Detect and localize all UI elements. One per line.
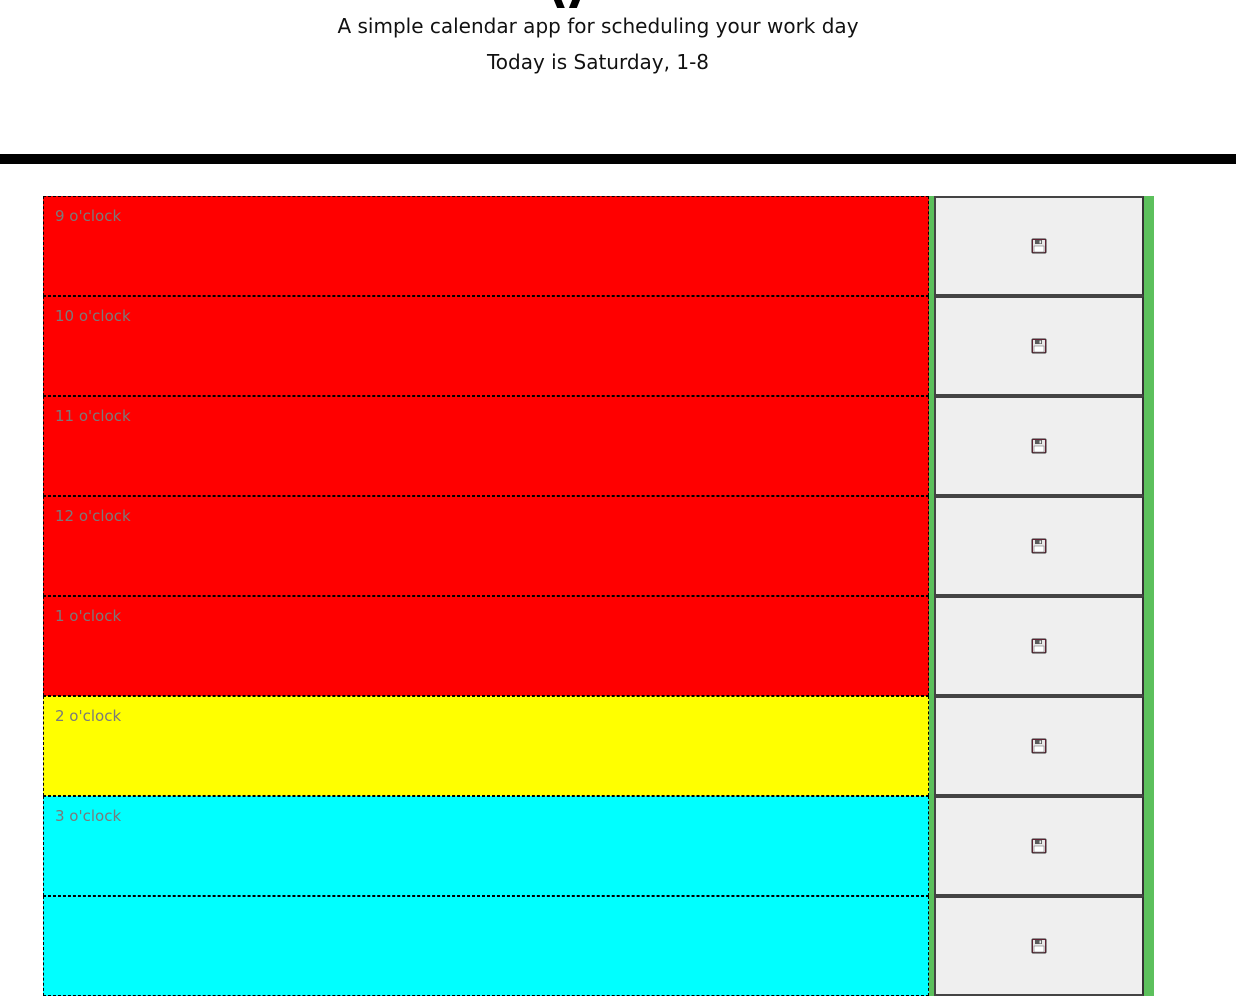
time-block-textarea[interactable]: 3 o'clock [43,796,929,896]
time-block-row: 11 o'clock [43,396,1154,496]
save-button[interactable] [934,896,1144,996]
time-block-label: 11 o'clock [55,407,131,425]
floppy-disk-icon [1031,238,1047,254]
row-accent-right [1144,496,1154,596]
time-block-textarea[interactable]: 1 o'clock [43,596,929,696]
time-block-row: 10 o'clock [43,296,1154,396]
save-button[interactable] [934,596,1144,696]
header-divider [0,154,1236,164]
time-block-label: 1 o'clock [55,607,122,625]
time-block-textarea[interactable] [43,896,929,996]
time-block-label: 12 o'clock [55,507,131,525]
save-button[interactable] [934,196,1144,296]
time-block-row: 1 o'clock [43,596,1154,696]
row-accent-right [1144,296,1154,396]
save-button[interactable] [934,796,1144,896]
time-block-textarea[interactable]: 2 o'clock [43,696,929,796]
time-block-row: 9 o'clock [43,196,1154,296]
floppy-disk-icon [1031,538,1047,554]
time-block-row [43,896,1154,996]
row-accent-right [1144,696,1154,796]
time-block-textarea[interactable]: 9 o'clock [43,196,929,296]
time-block-row: 2 o'clock [43,696,1154,796]
schedule: 9 o'clock 10 o'clock 11 o'clock 12 o'clo… [43,196,1154,996]
save-button[interactable] [934,496,1144,596]
save-button[interactable] [934,296,1144,396]
time-block-textarea[interactable]: 11 o'clock [43,396,929,496]
time-block-row: 3 o'clock [43,796,1154,896]
floppy-disk-icon [1031,738,1047,754]
row-accent-right [1144,896,1154,996]
row-accent-right [1144,796,1154,896]
current-day: Today is Saturday, 1-8 [486,50,710,74]
row-accent-right [1144,396,1154,496]
page-header: y A simple calendar app for scheduling y… [0,0,1236,164]
page-subtitle: A simple calendar app for scheduling you… [337,14,859,38]
floppy-disk-icon [1031,438,1047,454]
save-button[interactable] [934,696,1144,796]
save-button[interactable] [934,396,1144,496]
floppy-disk-icon [1031,938,1047,954]
time-block-label: 9 o'clock [55,207,122,225]
floppy-disk-icon [1031,338,1047,354]
floppy-disk-icon [1031,838,1047,854]
time-block-row: 12 o'clock [43,496,1154,596]
time-block-label: 3 o'clock [55,807,122,825]
row-accent-right [1144,596,1154,696]
time-block-textarea[interactable]: 10 o'clock [43,296,929,396]
row-accent-right [1144,196,1154,296]
page-title: y [542,0,582,8]
floppy-disk-icon [1031,638,1047,654]
time-block-label: 2 o'clock [55,707,122,725]
time-block-textarea[interactable]: 12 o'clock [43,496,929,596]
time-block-label: 10 o'clock [55,307,131,325]
